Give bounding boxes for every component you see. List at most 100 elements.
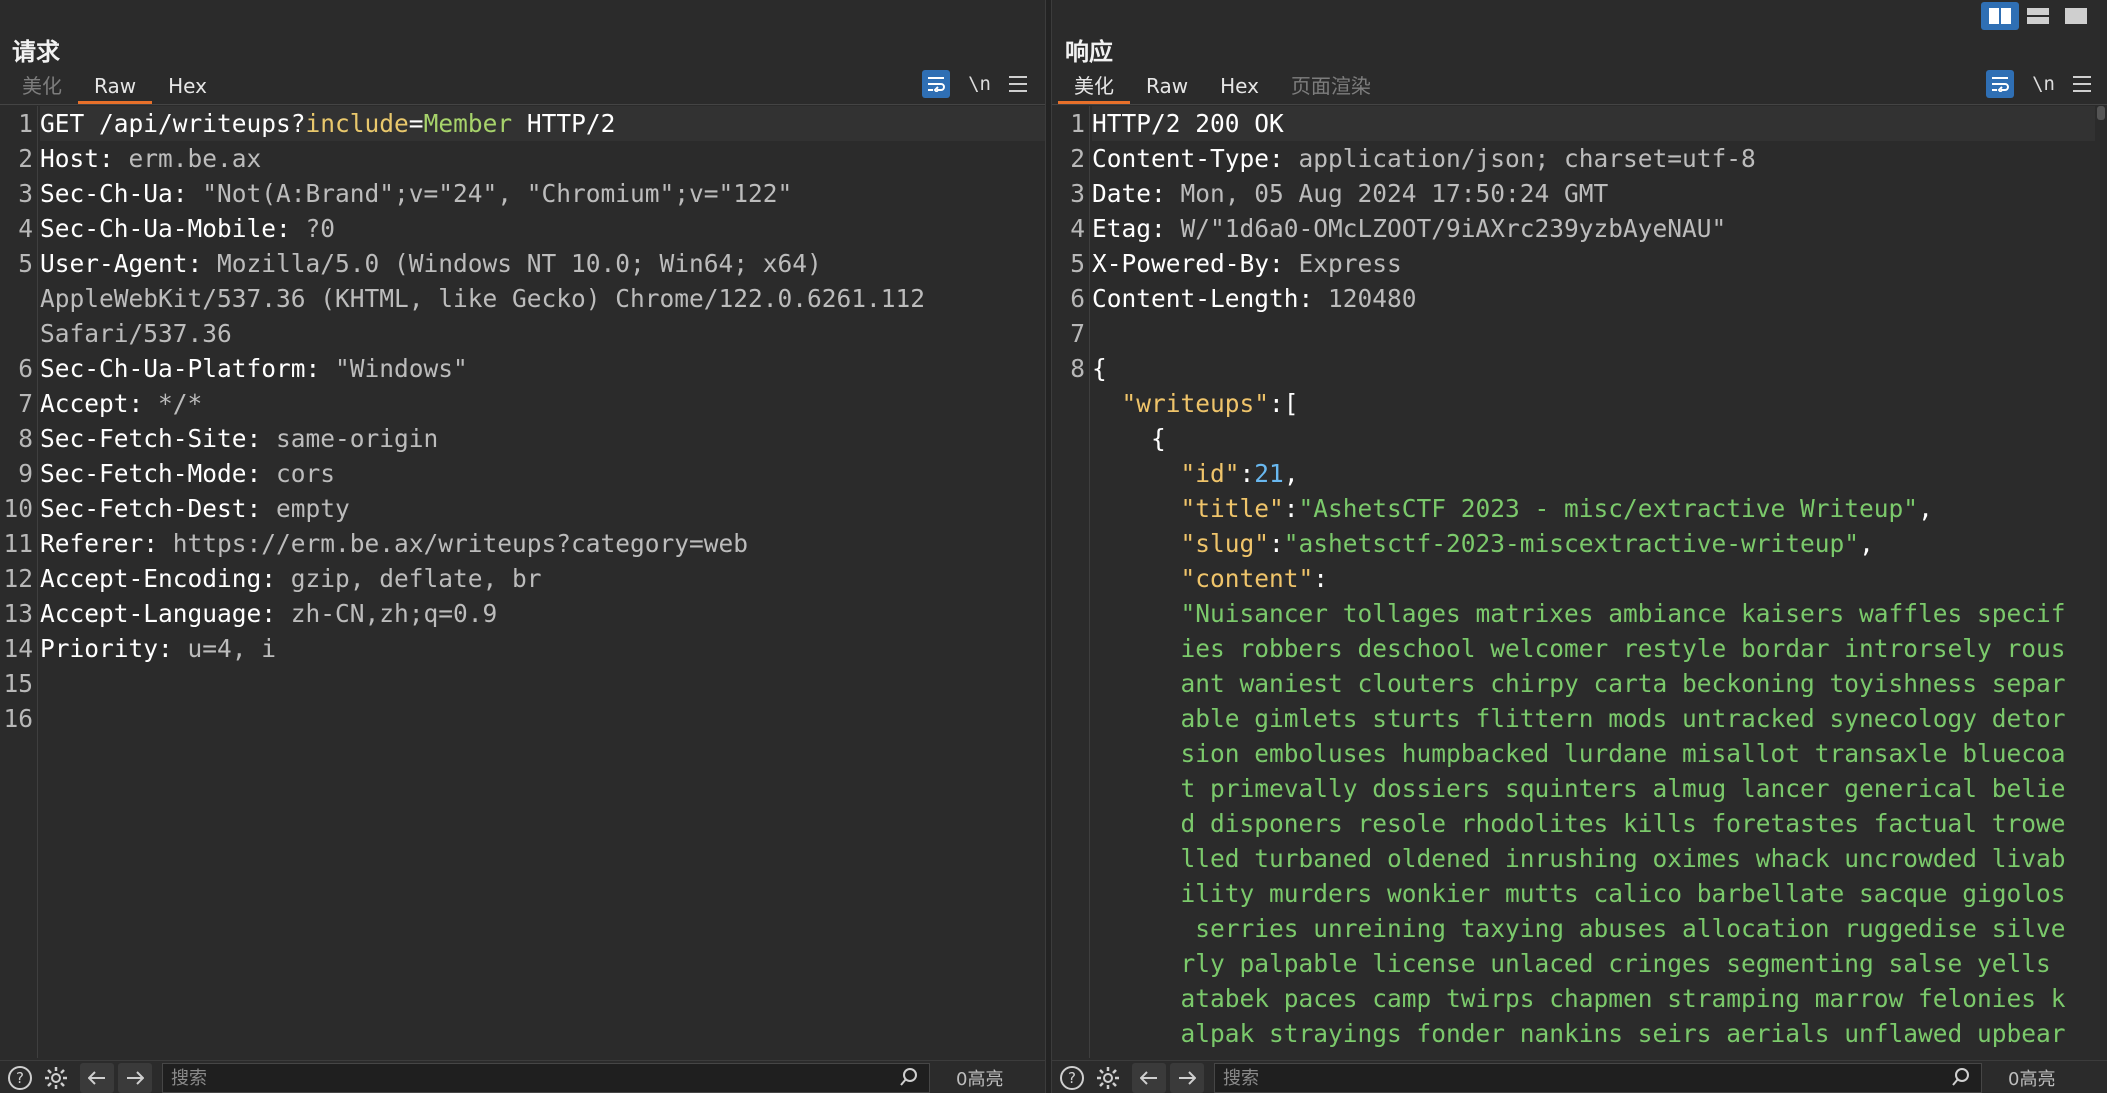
line-content: Priority: u=4, i <box>40 631 1045 666</box>
layout-rows-icon[interactable] <box>2019 2 2057 30</box>
code-token: , <box>1859 529 1874 558</box>
show-newlines-toggle[interactable]: \n <box>2032 73 2055 95</box>
code-line[interactable]: 12 Accept-Encoding: gzip, deflate, br <box>0 561 1045 596</box>
code-line[interactable]: 5 X-Powered-By: Express <box>1052 246 2107 281</box>
code-line[interactable]: 4 Sec-Ch-Ua-Mobile: ?0 <box>0 211 1045 246</box>
code-line[interactable]: "writeups":[ <box>1052 386 2107 421</box>
code-token: { <box>1092 424 1166 453</box>
code-line[interactable]: alpak strayings fonder nankins seirs aer… <box>1052 1016 2107 1051</box>
code-line[interactable]: 8{ <box>1052 351 2107 386</box>
code-line[interactable]: 1 GET /api/writeups?include=Member HTTP/2 <box>0 106 1045 141</box>
code-line[interactable]: t primevally dossiers squinters almug la… <box>1052 771 2107 806</box>
code-token: X-Powered-By: <box>1092 249 1299 278</box>
layout-single-icon[interactable] <box>2057 2 2095 30</box>
line-number <box>1052 491 1092 526</box>
code-line[interactable]: "slug":"ashetsctf-2023-miscextractive-wr… <box>1052 526 2107 561</box>
hamburger-menu-icon[interactable] <box>2073 76 2091 92</box>
line-number: 4 <box>1070 214 1085 243</box>
code-line[interactable]: 1 HTTP/2 200 OK <box>1052 106 2107 141</box>
code-line[interactable]: 7 <box>1052 316 2107 351</box>
code-line[interactable]: 6 Sec-Ch-Ua-Platform: "Windows" <box>0 351 1045 386</box>
code-line[interactable]: 2 Host: erm.be.ax <box>0 141 1045 176</box>
gear-icon[interactable] <box>40 1062 72 1093</box>
show-newlines-toggle[interactable]: \n <box>968 73 991 95</box>
help-icon[interactable]: ? <box>1056 1062 1088 1093</box>
code-line[interactable]: 7 Accept: */* <box>0 386 1045 421</box>
code-token: Sec-Ch-Ua: <box>40 179 203 208</box>
code-line[interactable]: ies robbers deschool welcomer restyle bo… <box>1052 631 2107 666</box>
code-line[interactable]: d disponers resole rhodolites kills fore… <box>1052 806 2107 841</box>
code-line[interactable]: 2 Content-Type: application/json; charset… <box>1052 141 2107 176</box>
code-line[interactable]: AppleWebKit/537.36 (KHTML, like Gecko) C… <box>0 281 1045 316</box>
response-editor[interactable]: 1 HTTP/2 200 OK 2 Content-Type: application… <box>1052 106 2107 1058</box>
tab-hex[interactable]: Hex <box>1204 70 1275 104</box>
layout-columns-icon[interactable] <box>1981 2 2019 30</box>
code-token: sion emboluses humpbacked lurdane misall… <box>1180 739 2066 768</box>
search-input[interactable]: 搜索 <box>162 1062 930 1093</box>
request-editor[interactable]: 1 GET /api/writeups?include=Member HTTP/2… <box>0 106 1045 1058</box>
code-line[interactable]: rly palpable license unlaced cringes seg… <box>1052 946 2107 981</box>
code-line[interactable]: 3 Sec-Ch-Ua: "Not(A:Brand";v="24", "Chrom… <box>0 176 1045 211</box>
code-line[interactable]: Safari/537.36 <box>0 316 1045 351</box>
code-line[interactable]: 8 Sec-Fetch-Site: same-origin <box>0 421 1045 456</box>
code-line[interactable]: atabek paces camp twirps chapmen strampi… <box>1052 981 2107 1016</box>
search-input[interactable]: 搜索 <box>1214 1062 1982 1093</box>
tab-hex[interactable]: Hex <box>152 70 223 104</box>
tab-raw[interactable]: Raw <box>78 70 153 104</box>
gear-icon[interactable] <box>1092 1062 1124 1093</box>
code-token: Content-Length: <box>1092 284 1329 313</box>
code-token: gzip, deflate, br <box>290 564 542 593</box>
word-wrap-icon[interactable] <box>1986 70 2015 98</box>
tab-pretty[interactable]: 美化 <box>6 70 78 104</box>
code-token: "ashetsctf-2023-miscextractive-writeup" <box>1283 529 1860 558</box>
code-line[interactable]: 6 Content-Length: 120480 <box>1052 281 2107 316</box>
code-line[interactable]: 10 Sec-Fetch-Dest: empty <box>0 491 1045 526</box>
line-content: User-Agent: Mozilla/5.0 (Windows NT 10.0… <box>40 246 1045 281</box>
code-line[interactable]: ant waniest clouters chirpy carta beckon… <box>1052 666 2107 701</box>
code-line[interactable]: "content": <box>1052 561 2107 596</box>
code-line[interactable]: 14 Priority: u=4, i <box>0 631 1045 666</box>
tab-pretty[interactable]: 美化 <box>1058 70 1130 104</box>
help-icon[interactable]: ? <box>4 1062 36 1093</box>
line-content: Host: erm.be.ax <box>40 141 1045 176</box>
line-content: "title":"AshetsCTF 2023 - misc/extractiv… <box>1092 491 2107 526</box>
code-token: Accept: <box>40 389 159 418</box>
code-line[interactable]: 5 User-Agent: Mozilla/5.0 (Windows NT 10.… <box>0 246 1045 281</box>
code-line[interactable]: "title":"AshetsCTF 2023 - misc/extractiv… <box>1052 491 2107 526</box>
line-content: Date: Mon, 05 Aug 2024 17:50:24 GMT <box>1092 176 2107 211</box>
code-line[interactable]: lled turbaned oldened inrushing oximes w… <box>1052 841 2107 876</box>
code-line[interactable]: 16 <box>0 701 1045 736</box>
code-token: Mon, 05 Aug 2024 17:50:24 GMT <box>1180 179 1609 208</box>
hamburger-menu-icon[interactable] <box>1009 76 1027 92</box>
line-content: Content-Length: 120480 <box>1092 281 2107 316</box>
code-token: "AshetsCTF 2023 - misc/extractive Writeu… <box>1298 494 1919 523</box>
arrow-left-icon[interactable] <box>1132 1062 1166 1093</box>
code-line[interactable]: "id":21, <box>1052 456 2107 491</box>
arrow-left-icon[interactable] <box>80 1062 114 1093</box>
pane-splitter[interactable] <box>1045 0 1052 1093</box>
code-line[interactable]: 9 Sec-Fetch-Mode: cors <box>0 456 1045 491</box>
line-content: Sec-Fetch-Mode: cors <box>40 456 1045 491</box>
code-line[interactable]: 13 Accept-Language: zh-CN,zh;q=0.9 <box>0 596 1045 631</box>
code-line[interactable]: 11 Referer: https://erm.be.ax/writeups?ca… <box>0 526 1045 561</box>
response-scrollbar[interactable] <box>2095 106 2107 1056</box>
code-line[interactable]: serries unreining taxying abuses allocat… <box>1052 911 2107 946</box>
tab-render[interactable]: 页面渲染 <box>1275 70 1387 104</box>
code-line[interactable]: "Nuisancer tollages matrixes ambiance ka… <box>1052 596 2107 631</box>
code-line[interactable]: sion emboluses humpbacked lurdane misall… <box>1052 736 2107 771</box>
code-line[interactable]: 3 Date: Mon, 05 Aug 2024 17:50:24 GMT <box>1052 176 2107 211</box>
code-line[interactable]: able gimlets sturts flittern mods untrac… <box>1052 701 2107 736</box>
code-line[interactable]: ility murders wonkier mutts calico barbe… <box>1052 876 2107 911</box>
code-line[interactable]: 15 <box>0 666 1045 701</box>
arrow-right-icon[interactable] <box>1170 1062 1204 1093</box>
code-line[interactable]: 4 Etag: W/"1d6a0-OMcLZOOT/9iAXrc239yzbAye… <box>1052 211 2107 246</box>
code-line[interactable]: { <box>1052 421 2107 456</box>
code-token: W/"1d6a0-OMcLZOOT/9iAXrc239yzbAyeNAU" <box>1180 214 1727 243</box>
word-wrap-icon[interactable] <box>922 70 951 98</box>
arrow-right-icon[interactable] <box>118 1062 152 1093</box>
line-content: Sec-Ch-Ua-Platform: "Windows" <box>40 351 1045 386</box>
tab-raw[interactable]: Raw <box>1130 70 1204 104</box>
